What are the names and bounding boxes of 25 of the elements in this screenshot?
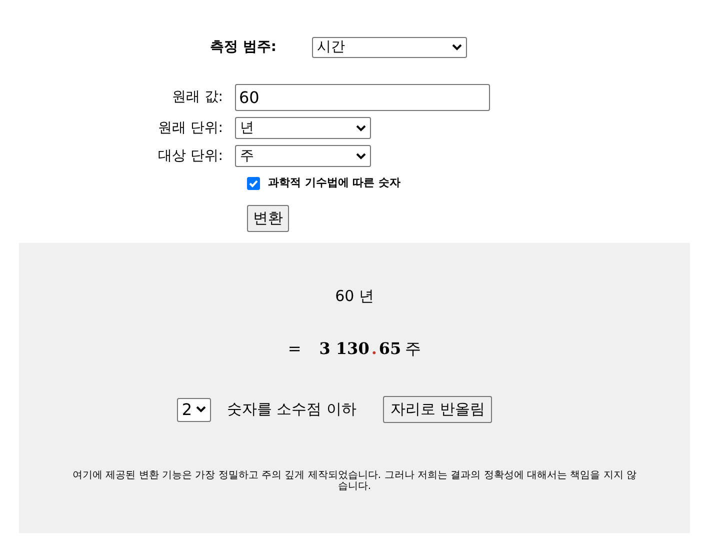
result-unit: 주 [405, 338, 422, 360]
chevron-down-icon [356, 124, 366, 132]
round-button[interactable]: 자리로 반올림 [383, 396, 492, 423]
decimal-mark: . [370, 338, 378, 360]
chevron-down-icon [196, 406, 206, 413]
source-value: 60 년 [335, 286, 374, 306]
unit-select[interactable]: 주 [235, 145, 371, 167]
field-label: 원래 값: [170, 88, 224, 107]
result-integer: 3 130 [319, 338, 370, 360]
value-input[interactable]: 60 [235, 84, 490, 111]
category-label: 측정 범주: [210, 38, 278, 57]
chevron-down-icon [356, 152, 366, 160]
field-label: 원래 단위: [156, 118, 224, 138]
scientific-checkbox[interactable] [247, 176, 260, 190]
result-fraction: 65 [378, 338, 402, 360]
chevron-down-icon [452, 44, 462, 51]
field-label: 대상 단위: [156, 146, 224, 166]
unit-select[interactable]: 년 [235, 117, 371, 139]
disclaimer-text: 여기에 제공된 변환 기능은 가장 정밀하고 주의 깊게 제작되었습니다. 그러나 저희는 결과의 정확성에 대해서는 책임을 지지 않습니다. [71, 470, 638, 492]
equals-sign: = [288, 338, 302, 360]
category-select[interactable]: 시간 [312, 37, 467, 58]
convert-button[interactable]: 변환 [247, 204, 289, 232]
scientific-notation-label: 과학적 기수법에 따른 숫자 [268, 175, 400, 191]
digits-select[interactable]: 2 [176, 398, 211, 422]
rounding-label: 숫자를 소수점 이하 [226, 399, 356, 420]
